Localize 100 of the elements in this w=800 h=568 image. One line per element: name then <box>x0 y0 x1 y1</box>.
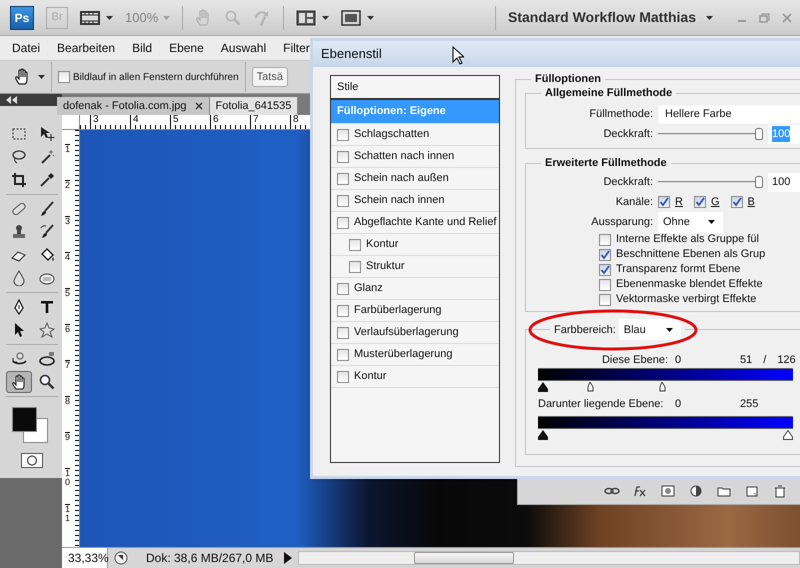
close-icon[interactable] <box>194 102 203 110</box>
star-shape-icon[interactable] <box>39 322 55 338</box>
marquee-icon[interactable] <box>11 126 27 142</box>
caret-icon[interactable] <box>367 16 374 20</box>
style-item[interactable]: Kontur <box>331 234 499 256</box>
checkbox[interactable] <box>337 348 349 360</box>
color-range-dropdown[interactable]: Blau <box>618 319 681 340</box>
caret-icon[interactable] <box>708 220 715 224</box>
menu-item[interactable]: Auswahl <box>220 39 266 57</box>
scrollbar[interactable] <box>298 551 800 565</box>
menu-item[interactable]: Bild <box>132 39 152 57</box>
app-logo[interactable]: Ps <box>10 6 34 30</box>
mask-icon[interactable] <box>660 485 676 498</box>
drop-icon[interactable] <box>11 270 27 286</box>
half-circle-icon[interactable] <box>688 485 704 498</box>
quick-mask-icon[interactable] <box>21 453 43 468</box>
menu-item[interactable]: Bearbeiten <box>57 39 116 57</box>
collapse-icon[interactable] <box>6 96 18 104</box>
checkbox[interactable] <box>599 248 611 260</box>
screen-mode-icon[interactable] <box>341 10 362 26</box>
menu-item[interactable]: Filter <box>283 39 310 57</box>
range-slider[interactable] <box>538 368 793 392</box>
menu-item[interactable]: Datei <box>12 39 40 57</box>
caret-icon[interactable] <box>666 328 673 332</box>
crop-icon[interactable] <box>11 172 27 188</box>
tool-preset-picker[interactable] <box>14 62 52 92</box>
checkbox[interactable] <box>337 150 349 162</box>
style-item[interactable]: Struktur <box>331 256 499 278</box>
style-item[interactable]: Abgeflachte Kante und Relief <box>331 212 499 234</box>
checkbox[interactable] <box>337 172 349 184</box>
folder-icon[interactable] <box>716 485 732 498</box>
play-icon[interactable] <box>284 552 292 564</box>
document-tab[interactable]: Fotolia_641535 <box>210 97 298 115</box>
checkbox[interactable] <box>599 278 611 290</box>
slider-handle[interactable] <box>783 430 793 440</box>
slider-thumb[interactable] <box>755 176 763 188</box>
checkbox[interactable] <box>599 264 611 276</box>
stamp-icon[interactable] <box>11 224 27 240</box>
new-layer-icon[interactable] <box>744 485 760 498</box>
caret-icon[interactable] <box>706 16 713 20</box>
style-item[interactable]: Musterüberlagerung <box>331 344 499 366</box>
paint-bucket-icon[interactable] <box>39 247 55 263</box>
move-icon[interactable] <box>39 126 55 142</box>
checkbox[interactable] <box>694 196 706 208</box>
status-menu-icon[interactable] <box>114 551 128 565</box>
range-slider[interactable] <box>538 416 793 440</box>
orbit-icon[interactable] <box>39 351 55 367</box>
style-item[interactable]: Schatten nach innen <box>331 146 499 168</box>
checkbox[interactable] <box>337 194 349 206</box>
checkbox[interactable] <box>349 260 361 272</box>
checkbox-label[interactable]: Bildlauf in allen Fenstern durchführen <box>73 70 239 84</box>
document-tab[interactable]: dofenak - Fotolia.com.jpg <box>57 97 210 115</box>
checkbox[interactable] <box>337 128 349 140</box>
option-button[interactable]: Tatsä <box>252 66 288 88</box>
checkbox-label[interactable]: Beschnittene Ebenen als Grup <box>616 246 766 263</box>
slider-thumb[interactable] <box>755 128 763 140</box>
rotate-icon[interactable] <box>11 351 27 367</box>
checkbox-label[interactable]: Interne Effekte als Gruppe fül <box>616 231 759 248</box>
workspace-dropdown[interactable]: Standard Workflow Matthias <box>508 7 713 28</box>
checkbox[interactable] <box>337 370 349 382</box>
fx-icon[interactable] <box>632 485 648 498</box>
checkbox[interactable] <box>337 304 349 316</box>
magic-wand-icon[interactable] <box>39 149 55 165</box>
checkbox[interactable] <box>658 196 670 208</box>
checkbox-label[interactable]: B <box>748 194 755 210</box>
tool-button[interactable] <box>6 371 32 393</box>
checkbox[interactable] <box>349 238 361 250</box>
checkbox[interactable] <box>730 196 743 208</box>
zoom-field[interactable]: 33,33% <box>62 548 108 568</box>
checkbox[interactable] <box>58 71 70 83</box>
eyedropper-icon[interactable] <box>39 172 55 188</box>
style-item[interactable]: Kontur <box>331 366 499 388</box>
style-item[interactable]: Schlagschatten <box>331 124 499 146</box>
checkbox[interactable] <box>337 326 349 338</box>
checkbox-label[interactable]: Ebenenmaske blendet Effekte <box>616 276 763 293</box>
checkbox[interactable] <box>337 282 349 294</box>
knockout-dropdown[interactable]: Ohne <box>658 212 723 232</box>
color-swatches[interactable] <box>12 407 48 443</box>
hand-icon[interactable] <box>11 374 27 390</box>
checkbox-label[interactable]: G <box>710 194 720 210</box>
checkbox[interactable] <box>599 234 611 246</box>
checkbox[interactable] <box>599 294 611 306</box>
style-item[interactable]: Schein nach innen <box>331 190 499 212</box>
style-item[interactable]: Schein nach außen <box>331 168 499 190</box>
slider-handle[interactable] <box>538 382 548 392</box>
caret-icon[interactable] <box>106 16 113 20</box>
checkbox[interactable] <box>337 216 349 228</box>
menu-item[interactable]: Ebene <box>169 39 204 57</box>
history-brush-icon[interactable] <box>39 224 55 240</box>
magnifier-icon[interactable] <box>39 374 55 390</box>
checkbox-label[interactable]: Transparenz formt Ebene <box>616 261 740 278</box>
style-item[interactable]: Glanz <box>331 278 499 300</box>
blend-mode-field[interactable]: Hellere Farbe <box>658 104 800 124</box>
layout-grid-icon[interactable] <box>296 10 316 26</box>
lasso-icon[interactable] <box>11 149 27 165</box>
style-item[interactable]: Farbüberlagerung <box>331 300 499 322</box>
brush-icon[interactable] <box>39 201 55 217</box>
checkbox-label[interactable]: R <box>675 194 683 210</box>
film-strip-icon[interactable] <box>80 10 100 26</box>
opacity-field[interactable]: 100 <box>768 172 800 192</box>
